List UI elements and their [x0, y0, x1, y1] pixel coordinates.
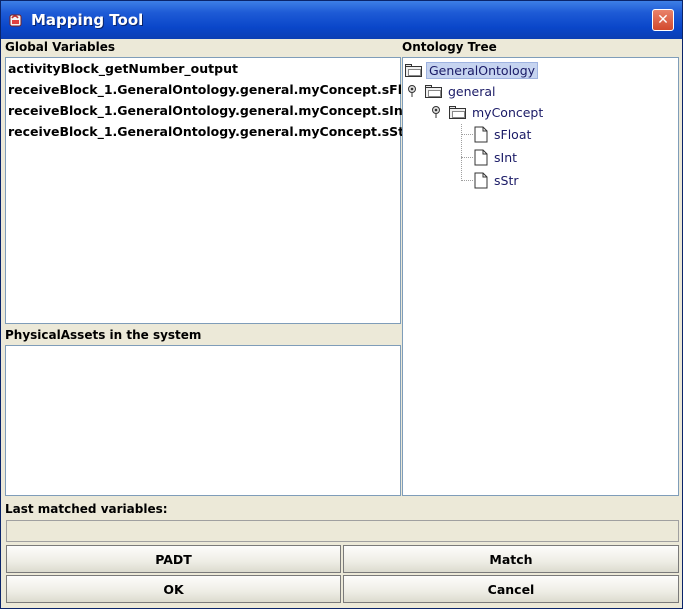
list-item[interactable]: receiveBlock_1.GeneralOntology.general.m…	[6, 100, 409, 121]
tree-node-label: sFloat	[494, 126, 532, 142]
tree-node-label: GeneralOntology	[426, 61, 539, 79]
last-matched-label: Last matched variables:	[5, 502, 168, 516]
tree-node-label: myConcept	[472, 104, 544, 120]
tree-leaf-sint[interactable]: sInt	[474, 147, 519, 167]
close-button[interactable]: ✕	[652, 9, 674, 31]
ontology-tree-label: Ontology Tree	[402, 40, 497, 54]
list-item[interactable]: activityBlock_getNumber_output	[6, 58, 400, 79]
tree-node-root[interactable]: GeneralOntology	[405, 60, 539, 80]
expand-handle-icon[interactable]	[431, 105, 441, 119]
global-variables-label: Global Variables	[5, 40, 116, 54]
tree-connector	[461, 157, 473, 158]
folder-icon	[425, 84, 442, 98]
list-item[interactable]: receiveBlock_1.GeneralOntology.general.m…	[6, 79, 425, 100]
folder-icon	[405, 63, 422, 77]
expand-handle-icon[interactable]	[407, 84, 417, 98]
tree-leaf-sstr[interactable]: sStr	[474, 170, 521, 190]
tree-node-general[interactable]: general	[407, 81, 498, 101]
physical-assets-list[interactable]	[5, 345, 401, 496]
file-icon	[474, 172, 488, 188]
cancel-button[interactable]: Cancel	[343, 575, 679, 603]
last-matched-field[interactable]	[6, 520, 679, 542]
file-icon	[474, 149, 488, 165]
match-button[interactable]: Match	[343, 545, 679, 573]
tree-leaf-sfloat[interactable]: sFloat	[474, 124, 533, 144]
app-icon	[7, 11, 25, 29]
tree-node-label: general	[448, 83, 496, 99]
folder-icon	[449, 105, 466, 119]
close-icon: ✕	[657, 12, 669, 28]
global-variables-list[interactable]: activityBlock_getNumber_output receiveBl…	[5, 57, 425, 324]
physical-assets-label: PhysicalAssets in the system	[5, 328, 202, 342]
tree-node-myconcept[interactable]: myConcept	[431, 102, 545, 122]
window-title: Mapping Tool	[31, 11, 144, 29]
ok-button[interactable]: OK	[6, 575, 341, 603]
tree-connector	[461, 124, 462, 181]
list-item[interactable]: receiveBlock_1.GeneralOntology.general.m…	[6, 121, 410, 142]
ontology-tree-panel[interactable]: GeneralOntology general myConcept sFloat…	[402, 57, 679, 496]
padt-button[interactable]: PADT	[6, 545, 341, 573]
tree-node-label: sInt	[494, 149, 518, 165]
tree-node-label: sStr	[494, 172, 519, 188]
title-bar[interactable]: Mapping Tool ✕	[1, 1, 682, 39]
file-icon	[474, 126, 488, 142]
mapping-tool-window: Mapping Tool ✕ Global Variables activity…	[0, 0, 683, 609]
tree-connector	[461, 180, 473, 181]
tree-connector	[461, 134, 473, 135]
